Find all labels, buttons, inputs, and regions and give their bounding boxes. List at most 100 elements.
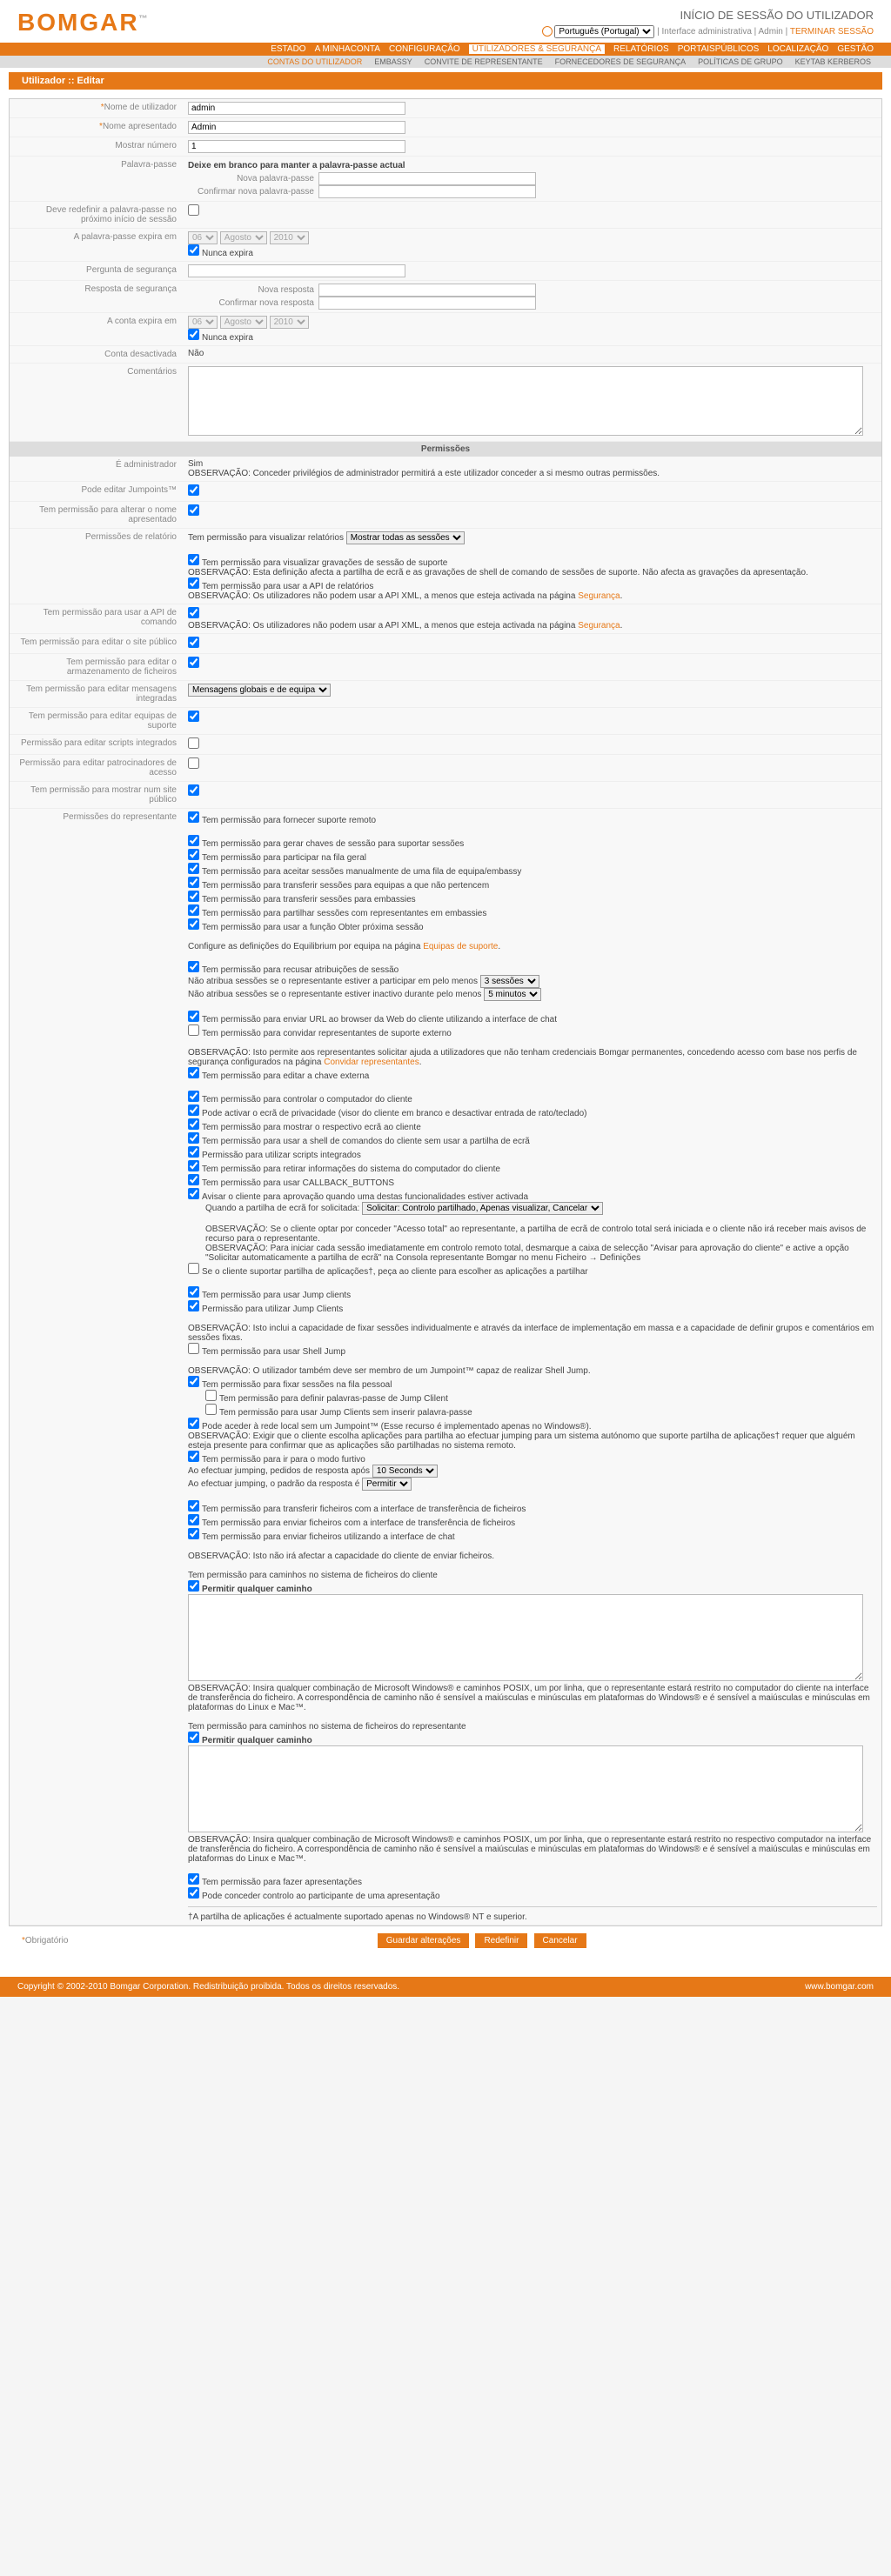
nav-localization[interactable]: LOCALIZAÇÃO — [767, 44, 828, 54]
subnav-sec-providers[interactable]: FORNECEDORES DE SEGURANÇA — [553, 57, 689, 66]
displayname-input[interactable] — [188, 121, 405, 134]
p8a-select[interactable]: 3 sessões — [480, 975, 539, 988]
comments-textarea[interactable] — [188, 366, 863, 436]
p20-checkbox[interactable] — [188, 1263, 199, 1274]
jumpoints-checkbox[interactable] — [188, 484, 199, 496]
cancel-button[interactable]: Cancelar — [534, 1933, 586, 1948]
p24-checkbox[interactable] — [188, 1376, 199, 1387]
rep-allowany-checkbox[interactable] — [188, 1732, 199, 1743]
p34-checkbox[interactable] — [188, 1873, 199, 1885]
p14-checkbox[interactable] — [188, 1118, 199, 1130]
nav-reports[interactable]: RELATÓRIOS — [613, 44, 669, 54]
p3-checkbox[interactable] — [188, 863, 199, 874]
p17-checkbox[interactable] — [188, 1160, 199, 1171]
p8-checkbox[interactable] — [188, 961, 199, 972]
mustreset-checkbox[interactable] — [188, 204, 199, 216]
username-input[interactable] — [188, 102, 405, 115]
label-seca: Resposta de segurança — [10, 281, 184, 312]
pw-never-expires-checkbox[interactable] — [188, 244, 199, 256]
client-allowany-checkbox[interactable] — [188, 1580, 199, 1592]
rep-paths-textarea[interactable] — [188, 1745, 863, 1832]
p28-checkbox[interactable] — [188, 1451, 199, 1462]
breadcrumb: Utilizador :: Editar — [9, 72, 882, 90]
disabled-value: Não — [184, 346, 881, 363]
scripts-checkbox[interactable] — [188, 737, 199, 749]
p13-checkbox[interactable] — [188, 1104, 199, 1116]
client-paths-textarea[interactable] — [188, 1594, 863, 1681]
p35-checkbox[interactable] — [188, 1887, 199, 1899]
label-username: Nome de utilizador — [10, 99, 184, 117]
p1-checkbox[interactable] — [188, 835, 199, 846]
admin-link[interactable]: Admin — [759, 27, 783, 37]
label-pwexp: A palavra-passe expira em — [10, 229, 184, 261]
new-answer-input[interactable] — [318, 284, 536, 297]
subnav-user-accounts[interactable]: CONTAS DO UTILIZADOR — [265, 57, 365, 66]
p19a-select[interactable]: Solicitar: Controlo partilhado, Apenas v… — [362, 1202, 603, 1215]
r1-checkbox[interactable] — [188, 554, 199, 565]
reset-button[interactable]: Redefinir — [475, 1933, 527, 1948]
p29-select[interactable]: 10 Seconds — [372, 1465, 438, 1478]
p32-checkbox[interactable] — [188, 1514, 199, 1525]
cmdapi-checkbox[interactable] — [188, 607, 199, 618]
p16-checkbox[interactable] — [188, 1146, 199, 1158]
p33-checkbox[interactable] — [188, 1528, 199, 1539]
nav-management[interactable]: GESTÃO — [837, 44, 874, 54]
filestore-checkbox[interactable] — [188, 657, 199, 668]
p8b-select[interactable]: 5 minutos — [484, 988, 541, 1001]
p26-checkbox[interactable] — [205, 1404, 217, 1415]
r2-checkbox[interactable] — [188, 577, 199, 589]
pwexp-year: 2010 — [270, 231, 309, 244]
label-password: Palavra-passe — [10, 157, 184, 201]
nav-status[interactable]: ESTADO — [271, 44, 305, 54]
admin-interface-link[interactable]: Interface administrativa — [662, 27, 752, 37]
p6-checkbox[interactable] — [188, 904, 199, 916]
label-shownum: Mostrar número — [10, 137, 184, 156]
subnav-kerberos[interactable]: KEYTAB KERBEROS — [793, 57, 874, 66]
nav-users-security[interactable]: UTILIZADORES & SEGURANÇA — [469, 44, 605, 54]
cannedmsg-select[interactable]: Mensagens globais e de equipa — [188, 684, 331, 697]
subnav-embassy[interactable]: EMBASSY — [372, 57, 415, 66]
p5-checkbox[interactable] — [188, 891, 199, 902]
p21-checkbox[interactable] — [188, 1286, 199, 1298]
report-view-select[interactable]: Mostrar todas as sessões — [346, 531, 465, 544]
language-select[interactable]: Português (Portugal) — [554, 25, 654, 38]
p31-checkbox[interactable] — [188, 1500, 199, 1512]
secq-input[interactable] — [188, 264, 405, 277]
showpub-checkbox[interactable] — [188, 784, 199, 796]
p19-checkbox[interactable] — [188, 1188, 199, 1199]
subnav-rep-invite[interactable]: CONVITE DE REPRESENTANTE — [422, 57, 546, 66]
required-note: Obrigatório — [9, 1932, 81, 1950]
p12-checkbox[interactable] — [188, 1091, 199, 1102]
p25-checkbox[interactable] — [205, 1390, 217, 1401]
confirm-password-input[interactable] — [318, 185, 536, 198]
nav-config[interactable]: CONFIGURAÇÃO — [389, 44, 460, 54]
new-password-input[interactable] — [318, 172, 536, 185]
p30-select[interactable]: Permitir — [362, 1478, 412, 1491]
subnav-group-policies[interactable]: POLÍTICAS DE GRUPO — [695, 57, 786, 66]
p11-checkbox[interactable] — [188, 1067, 199, 1078]
logout-link[interactable]: TERMINAR SESSÃO — [790, 27, 874, 37]
p10-checkbox[interactable] — [188, 1024, 199, 1036]
p2-checkbox[interactable] — [188, 849, 199, 860]
nav-myaccount[interactable]: A MINHACONTA — [315, 44, 380, 54]
shownum-input[interactable] — [188, 140, 405, 153]
p9-checkbox[interactable] — [188, 1011, 199, 1022]
p27-checkbox[interactable] — [188, 1418, 199, 1429]
confirm-answer-input[interactable] — [318, 297, 536, 310]
permissions-header: Permissões — [10, 442, 881, 457]
p4-checkbox[interactable] — [188, 877, 199, 888]
acct-never-expires-checkbox[interactable] — [188, 329, 199, 340]
p22-checkbox[interactable] — [188, 1300, 199, 1311]
p0-checkbox[interactable] — [188, 811, 199, 823]
teams-checkbox[interactable] — [188, 711, 199, 722]
p18-checkbox[interactable] — [188, 1174, 199, 1185]
label-disabled: Conta desactivada — [10, 346, 184, 363]
nav-portals[interactable]: PORTAISPÚBLICOS — [678, 44, 760, 54]
p7-checkbox[interactable] — [188, 918, 199, 930]
pubsite-checkbox[interactable] — [188, 637, 199, 648]
sponsors-checkbox[interactable] — [188, 757, 199, 769]
p15-checkbox[interactable] — [188, 1132, 199, 1144]
p23-checkbox[interactable] — [188, 1343, 199, 1354]
save-button[interactable]: Guardar alterações — [378, 1933, 470, 1948]
editname-checkbox[interactable] — [188, 504, 199, 516]
